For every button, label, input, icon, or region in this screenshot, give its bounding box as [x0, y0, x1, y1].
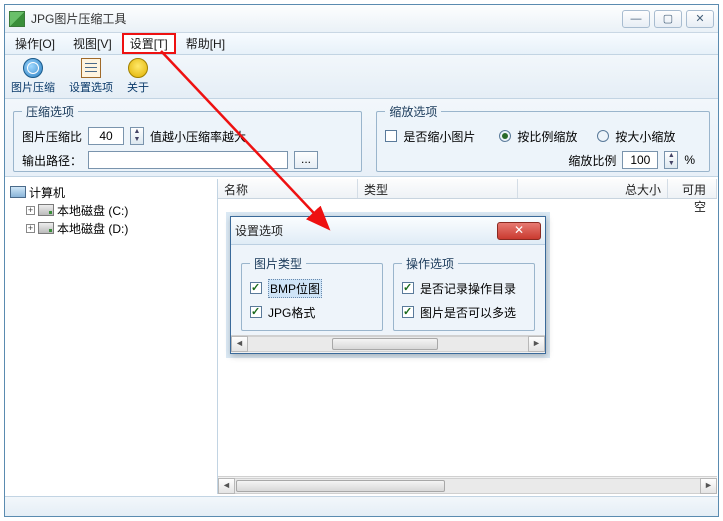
settings-icon	[81, 58, 101, 78]
col-size[interactable]: 总大小	[518, 179, 668, 198]
window-buttons: — ▢ ✕	[622, 10, 714, 28]
app-icon	[9, 11, 25, 27]
tool-compress[interactable]: 图片压缩	[11, 58, 55, 95]
scroll-right-button[interactable]: ►	[700, 478, 717, 494]
ratio-hint: 值越小压缩率越大	[150, 128, 246, 145]
option-panels: 压缩选项 图片压缩比 40 ▲▼ 值越小压缩率越大 输出路径： ... 缩放选项…	[5, 99, 718, 177]
scroll-track[interactable]	[235, 478, 700, 494]
multi-label: 图片是否可以多选	[420, 304, 516, 321]
scale-by-ratio-radio[interactable]	[499, 130, 511, 142]
bmp-check[interactable]	[250, 282, 262, 294]
jpg-label: JPG格式	[268, 304, 315, 321]
tool-options-label: 设置选项	[69, 79, 113, 95]
tree-computer-label: 计算机	[29, 184, 65, 201]
menu-help[interactable]: 帮助[H]	[178, 33, 233, 54]
ratio-input[interactable]: 40	[88, 127, 124, 145]
drive-tree[interactable]: 计算机 + 本地磁盘 (C:) + 本地磁盘 (D:)	[6, 179, 218, 494]
drive-icon	[38, 222, 54, 234]
expander-icon[interactable]: +	[26, 224, 35, 233]
status-bar	[5, 496, 718, 516]
jpg-check[interactable]	[250, 306, 262, 318]
about-icon	[128, 58, 148, 78]
col-name[interactable]: 名称	[218, 179, 358, 198]
list-hscroll[interactable]: ◄ ►	[218, 476, 717, 494]
settings-dialog: 设置选项 ✕ 图片类型 BMP位图 JPG格式 操作选项 是否记录操作目录 图片…	[230, 216, 546, 354]
tree-drive-c-label: 本地磁盘 (C:)	[57, 202, 128, 219]
tool-about[interactable]: 关于	[127, 58, 149, 95]
tool-options[interactable]: 设置选项	[69, 58, 113, 95]
scale-options-group: 缩放选项 是否缩小图片 按比例缩放 按大小缩放 缩放比例 100 ▲▼ %	[376, 103, 710, 172]
remember-check[interactable]	[402, 282, 414, 294]
multi-check[interactable]	[402, 306, 414, 318]
outpath-label: 输出路径：	[22, 152, 82, 169]
image-type-legend: 图片类型	[250, 255, 306, 272]
toolbar: 图片压缩 设置选项 关于	[5, 55, 718, 99]
browse-button[interactable]: ...	[294, 151, 318, 169]
tool-compress-label: 图片压缩	[11, 79, 55, 95]
scale-by-size-radio[interactable]	[597, 130, 609, 142]
scroll-left-button[interactable]: ◄	[231, 336, 248, 352]
compress-legend: 压缩选项	[22, 103, 78, 120]
menu-view[interactable]: 视图[V]	[65, 33, 120, 54]
list-header[interactable]: 名称 类型 总大小 可用空	[218, 179, 717, 199]
scale-by-ratio-label: 按比例缩放	[517, 128, 577, 145]
op-option-group: 操作选项 是否记录操作目录 图片是否可以多选	[393, 255, 535, 331]
menu-bar: 操作[O] 视图[V] 设置[T] 帮助[H]	[5, 33, 718, 55]
bmp-label: BMP位图	[268, 279, 322, 298]
main-window: JPG图片压缩工具 — ▢ ✕ 操作[O] 视图[V] 设置[T] 帮助[H] …	[4, 4, 719, 517]
tree-drive-c[interactable]: + 本地磁盘 (C:)	[8, 201, 215, 219]
outpath-input[interactable]	[88, 151, 288, 169]
scroll-track[interactable]	[248, 336, 528, 352]
op-option-legend: 操作选项	[402, 255, 458, 272]
scale-by-size-label: 按大小缩放	[615, 128, 675, 145]
scroll-right-button[interactable]: ►	[528, 336, 545, 352]
tree-drive-d[interactable]: + 本地磁盘 (D:)	[8, 219, 215, 237]
remember-label: 是否记录操作目录	[420, 280, 516, 297]
maximize-button[interactable]: ▢	[654, 10, 682, 28]
dialog-titlebar[interactable]: 设置选项 ✕	[231, 217, 545, 245]
scroll-thumb[interactable]	[236, 480, 445, 492]
ratio-spinner[interactable]: ▲▼	[130, 127, 144, 145]
scale-ratio-input[interactable]: 100	[622, 151, 658, 169]
close-button[interactable]: ✕	[686, 10, 714, 28]
shrink-check[interactable]	[385, 130, 397, 142]
scroll-thumb[interactable]	[332, 338, 438, 350]
dialog-hscroll[interactable]: ◄ ►	[231, 335, 545, 353]
scale-legend: 缩放选项	[385, 103, 441, 120]
scale-ratio-label: 缩放比例	[568, 152, 616, 169]
dialog-close-button[interactable]: ✕	[497, 222, 541, 240]
menu-op[interactable]: 操作[O]	[7, 33, 63, 54]
dialog-body: 图片类型 BMP位图 JPG格式 操作选项 是否记录操作目录 图片是否可以多选	[231, 245, 545, 335]
tree-drive-d-label: 本地磁盘 (D:)	[57, 220, 128, 237]
expander-icon[interactable]: +	[26, 206, 35, 215]
col-free[interactable]: 可用空	[668, 179, 717, 198]
compress-options-group: 压缩选项 图片压缩比 40 ▲▼ 值越小压缩率越大 输出路径： ...	[13, 103, 362, 172]
scale-ratio-spinner[interactable]: ▲▼	[664, 151, 678, 169]
col-type[interactable]: 类型	[358, 179, 518, 198]
shrink-label: 是否缩小图片	[403, 128, 475, 145]
drive-icon	[38, 204, 54, 216]
image-type-group: 图片类型 BMP位图 JPG格式	[241, 255, 383, 331]
window-title: JPG图片压缩工具	[31, 10, 622, 27]
tree-computer[interactable]: 计算机	[8, 183, 215, 201]
tool-about-label: 关于	[127, 79, 149, 95]
minimize-button[interactable]: —	[622, 10, 650, 28]
compress-icon	[23, 58, 43, 78]
percent-label: %	[684, 153, 695, 167]
scroll-left-button[interactable]: ◄	[218, 478, 235, 494]
title-bar[interactable]: JPG图片压缩工具 — ▢ ✕	[5, 5, 718, 33]
dialog-title: 设置选项	[235, 222, 497, 239]
menu-settings[interactable]: 设置[T]	[122, 33, 176, 54]
computer-icon	[10, 186, 26, 198]
ratio-label: 图片压缩比	[22, 128, 82, 145]
